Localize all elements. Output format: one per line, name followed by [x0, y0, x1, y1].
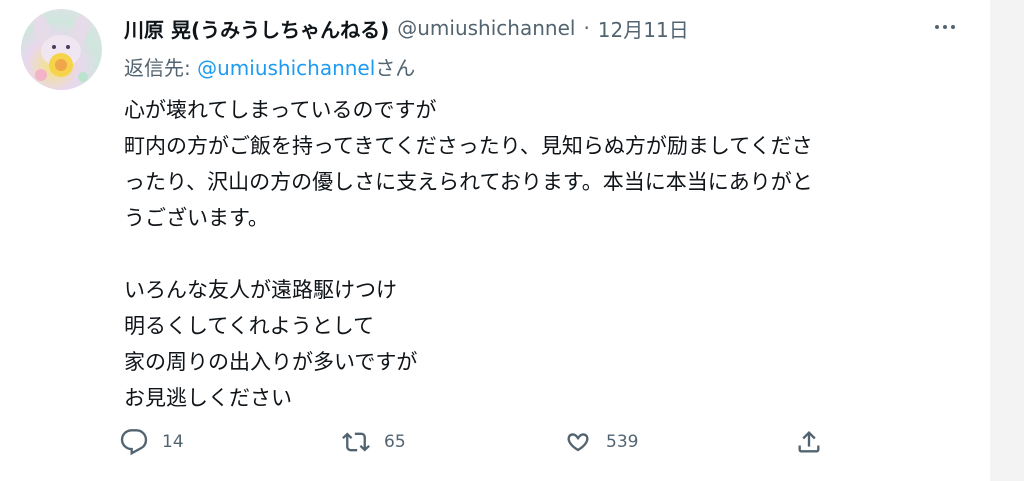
reply-to-mention[interactable]: @umiushichannel — [197, 56, 375, 80]
reply-button[interactable]: 14 — [120, 424, 184, 460]
more-button[interactable] — [928, 14, 962, 40]
tweet-date[interactable]: 12月11日 — [598, 14, 689, 43]
like-button[interactable]: 539 — [564, 424, 638, 460]
like-count: 539 — [606, 432, 639, 452]
separator-dot: · — [583, 16, 590, 40]
reply-icon — [120, 429, 148, 456]
tweet-card: 川原 晃(うみうしちゃんねる) @umiushichannel · 12月11日… — [0, 0, 990, 481]
avatar[interactable] — [21, 9, 102, 90]
reply-suffix: さん — [375, 56, 416, 80]
tweet-line: 心が壊れてしまっているのですが — [124, 98, 437, 122]
user-handle[interactable]: @umiushichannel — [397, 16, 575, 40]
tweet-line: お見逃しください — [124, 386, 292, 410]
tweet-actions: 14 65 539 — [120, 424, 840, 460]
display-name[interactable]: 川原 晃(うみうしちゃんねる) — [124, 14, 389, 43]
share-button[interactable] — [795, 424, 823, 460]
tweet-line: 明るくしてくれようとして — [124, 314, 375, 338]
reply-context: 返信先: @umiushichannelさん — [124, 52, 415, 81]
tweet-line: 町内の方がご飯を持ってきてくださったり、見知らぬ方が励ましてくださ — [124, 134, 813, 158]
share-icon — [798, 431, 820, 453]
heart-icon — [567, 433, 589, 452]
retweet-icon — [342, 432, 370, 452]
reply-count: 14 — [162, 432, 184, 452]
tweet-text: 心が壊れてしまっているのですが 町内の方がご飯を持ってきてくださったり、見知らぬ… — [124, 92, 974, 416]
retweet-button[interactable]: 65 — [342, 424, 406, 460]
tweet-line: うございます。 — [124, 206, 269, 230]
tweet-line: いろんな友人が遠路駆けつけ — [124, 278, 397, 302]
retweet-count: 65 — [384, 432, 406, 452]
more-icon — [933, 25, 957, 29]
tweet-line: 家の周りの出入りが多いですが — [124, 350, 418, 374]
reply-prefix: 返信先: — [124, 56, 198, 80]
avatar-image — [32, 12, 91, 82]
tweet-line: ったり、沢山の方の優しさに支えられております。本当に本当にありがと — [124, 170, 813, 194]
tweet-header: 川原 晃(うみうしちゃんねる) @umiushichannel · 12月11日 — [124, 14, 689, 42]
